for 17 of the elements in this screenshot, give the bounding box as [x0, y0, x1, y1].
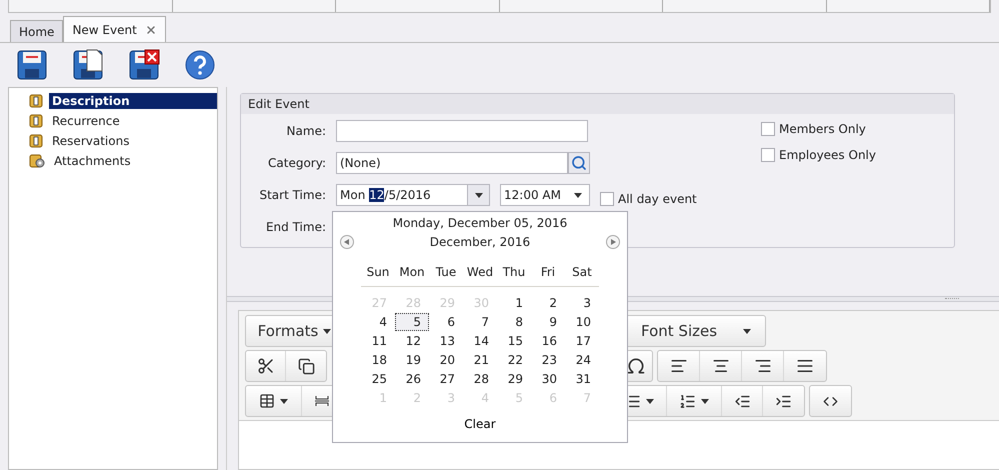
field-label: Category:	[267, 156, 327, 170]
weekday-header: Fri	[531, 265, 565, 287]
checkbox-label: All day event	[618, 192, 697, 206]
weekday-header: Sun	[361, 265, 395, 287]
checkbox-label: Members Only	[779, 122, 866, 136]
calendar-date-title: Monday, December 05, 2016	[392, 216, 568, 230]
group-title: Edit Event	[241, 94, 954, 114]
weekday-header: Thu	[497, 265, 531, 287]
weekday-header: Mon	[395, 265, 429, 287]
weekday-header: Wed	[463, 265, 497, 287]
checkbox-label: Employees Only	[779, 148, 876, 162]
field-label: Name:	[286, 124, 327, 138]
field-label: End Time:	[264, 220, 327, 234]
calendar-month: December, 2016	[430, 235, 530, 249]
weekday-header: Sat	[565, 265, 599, 287]
weekday-header: Tue	[429, 265, 463, 287]
field-label: Start Time:	[258, 188, 327, 202]
